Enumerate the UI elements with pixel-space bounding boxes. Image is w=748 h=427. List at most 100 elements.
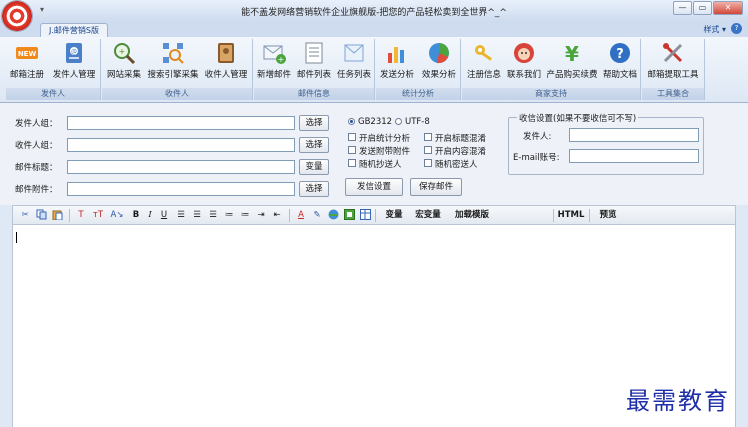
title-bar: ▾ 能不盖发网络营销软件企业旗舰版-把您的产品轻松卖到全世界^_^ — ▭ ✕ xyxy=(0,0,748,21)
purchase-renew-label: 产品购买续费 xyxy=(546,70,598,80)
ribbon-group-recipient: + 网站采集 搜索引擎采集 收件人管理 收件人 xyxy=(102,39,253,100)
close-button[interactable]: ✕ xyxy=(713,1,743,15)
ribbon-group-sender: NEW 邮箱注册 @ 发件人管理 发件人 xyxy=(6,39,101,100)
align-left-icon[interactable]: ☰ xyxy=(175,209,187,222)
table-icon[interactable] xyxy=(359,209,371,222)
mailbox-extract-tool-button[interactable]: 邮箱提取工具 xyxy=(644,41,702,83)
sender-select-button[interactable]: 选择 xyxy=(299,115,329,131)
contact-us-label: 联系我们 xyxy=(506,70,541,80)
group-label-tools: 工具集合 xyxy=(642,88,704,100)
highlight-icon[interactable]: ✎ xyxy=(311,209,323,222)
search-engine-collect-button[interactable]: 搜索引擎采集 xyxy=(146,41,200,83)
pie-chart-icon xyxy=(427,41,451,65)
encoding-gb2312-radio[interactable] xyxy=(348,118,355,125)
person-avatar-icon xyxy=(512,41,536,65)
new-mail-icon: + xyxy=(262,41,286,65)
underline-button[interactable]: U xyxy=(159,209,169,222)
load-template-dropdown[interactable]: 加载模版 xyxy=(449,209,495,222)
key-icon xyxy=(472,41,496,65)
mail-list-button[interactable]: 邮件列表 xyxy=(294,41,334,83)
preview-button[interactable]: 预览 xyxy=(595,209,621,222)
svg-text:@: @ xyxy=(71,49,77,56)
tab-mail-marketing[interactable]: J.邮件营销S版 xyxy=(40,23,108,38)
outdent-icon[interactable]: ⇤ xyxy=(271,209,283,222)
contact-us-button[interactable]: 联系我们 xyxy=(504,41,544,83)
help-circle-icon[interactable]: ? xyxy=(731,23,742,34)
toolbar-separator xyxy=(289,209,290,222)
help-doc-label: 帮助文档 xyxy=(602,70,637,80)
align-right-icon[interactable]: ☰ xyxy=(207,209,219,222)
subject-label: 邮件标题： xyxy=(15,163,58,173)
network-search-icon xyxy=(161,41,185,65)
italic-button[interactable]: I xyxy=(145,209,155,222)
receive-sender-input[interactable] xyxy=(569,128,699,142)
indent-icon[interactable]: ⇥ xyxy=(255,209,267,222)
effect-analysis-label: 效果分析 xyxy=(421,70,456,80)
style-menu[interactable]: 样式 ▾ xyxy=(703,24,726,35)
subject-input[interactable] xyxy=(67,160,295,174)
recipient-manage-button[interactable]: 收件人管理 xyxy=(202,41,250,83)
mailbox-register-button[interactable]: NEW 邮箱注册 xyxy=(8,41,46,83)
align-center-icon[interactable]: ☰ xyxy=(191,209,203,222)
link-globe-icon[interactable] xyxy=(327,209,339,222)
question-icon: ? xyxy=(608,41,632,65)
image-icon[interactable] xyxy=(343,209,355,222)
register-info-label: 注册信息 xyxy=(466,70,501,80)
encoding-utf8-radio[interactable] xyxy=(395,118,402,125)
random-bcc-label: 随机密送人 xyxy=(435,160,478,170)
font-color-button[interactable]: A xyxy=(295,209,307,222)
new-badge-icon: NEW xyxy=(15,41,39,65)
text-caret xyxy=(16,232,17,243)
copy-icon[interactable] xyxy=(35,209,47,222)
register-info-button[interactable]: 注册信息 xyxy=(464,41,504,83)
bold-button[interactable]: B xyxy=(131,209,141,222)
font-icon[interactable]: T xyxy=(75,209,87,222)
unordered-list-icon[interactable]: ≔ xyxy=(239,209,251,222)
ribbon-group-tools: 邮箱提取工具 工具集合 xyxy=(642,39,705,100)
effect-analysis-button[interactable]: 效果分析 xyxy=(418,41,460,83)
enable-stats-checkbox[interactable] xyxy=(348,133,356,141)
ordered-list-icon[interactable]: ≔ xyxy=(223,209,235,222)
receive-settings-group: 收信设置(如果不要收信可不写) 发件人: E-mail账号: xyxy=(508,112,704,175)
attachment-select-button[interactable]: 选择 xyxy=(299,181,329,197)
save-mail-button[interactable]: 保存邮件 xyxy=(410,178,462,196)
task-list-button[interactable]: 任务列表 xyxy=(334,41,374,83)
html-mode-button[interactable]: HTML xyxy=(557,209,585,222)
toolbar-separator xyxy=(69,209,70,222)
group-label-recipient: 收件人 xyxy=(102,88,252,100)
add-mail-button[interactable]: + 新增邮件 xyxy=(254,41,294,83)
group-label-merchant-support: 商家支持 xyxy=(462,88,640,100)
attachment-input[interactable] xyxy=(67,182,295,196)
purchase-renew-button[interactable]: ¥ 产品购买续费 xyxy=(544,41,600,83)
sender-manage-button[interactable]: @ 发件人管理 xyxy=(50,41,98,83)
app-menu-button[interactable] xyxy=(2,1,32,31)
restore-button[interactable]: ▭ xyxy=(693,1,712,15)
website-collect-button[interactable]: + 网站采集 xyxy=(104,41,144,83)
help-doc-button[interactable]: ? 帮助文档 xyxy=(600,41,640,83)
send-settings-button[interactable]: 发信设置 xyxy=(345,178,403,196)
random-bcc-checkbox[interactable] xyxy=(424,159,432,167)
subject-variable-button[interactable]: 变量 xyxy=(299,159,329,175)
recipient-select-button[interactable]: 选择 xyxy=(299,137,329,153)
minimize-button[interactable]: — xyxy=(673,1,692,15)
task-list-label: 任务列表 xyxy=(336,70,371,80)
macro-variable-dropdown[interactable]: 宏变量 xyxy=(411,209,445,222)
enable-stats-label: 开启统计分析 xyxy=(359,134,411,144)
paste-icon[interactable] xyxy=(51,209,63,222)
title-obfuscate-checkbox[interactable] xyxy=(424,133,432,141)
send-attachment-checkbox[interactable] xyxy=(348,146,356,154)
recipient-group-input[interactable] xyxy=(67,138,295,152)
font-size-icon[interactable]: ᴛT xyxy=(89,209,107,222)
sender-group-input[interactable] xyxy=(67,116,295,130)
ribbon: NEW 邮箱注册 @ 发件人管理 发件人 + 网站采集 搜索引擎采集 收件人管理… xyxy=(0,37,748,103)
title-obfuscate-label: 开启标题混淆 xyxy=(435,134,487,144)
random-cc-checkbox[interactable] xyxy=(348,159,356,167)
receive-email-input[interactable] xyxy=(569,149,699,163)
variable-dropdown[interactable]: 变量 xyxy=(381,209,407,222)
send-analysis-button[interactable]: 发送分析 xyxy=(376,41,418,83)
font-style-icon[interactable]: A↘ xyxy=(109,209,125,222)
cut-icon[interactable]: ✂ xyxy=(19,209,31,222)
address-book-icon xyxy=(214,41,238,65)
content-obfuscate-checkbox[interactable] xyxy=(424,146,432,154)
ribbon-group-merchant-support: 注册信息 联系我们 ¥ 产品购买续费 ? 帮助文档 商家支持 xyxy=(462,39,641,100)
